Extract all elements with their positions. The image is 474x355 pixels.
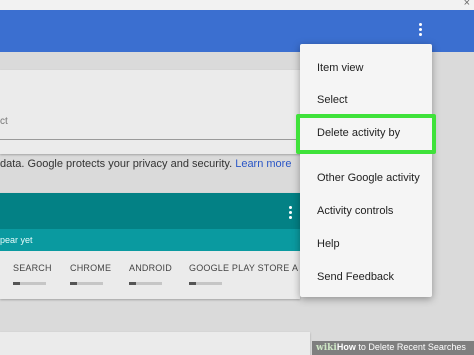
menu-item-select[interactable]: Select [317, 94, 348, 106]
filter-label: GOOGLE PLAY STORE [189, 263, 290, 273]
results-card: pear yet SEARCH CHROME ANDROID GOOGLE PL… [0, 193, 300, 299]
filter-indicator [189, 282, 222, 285]
menu-item-activity-controls[interactable]: Activity controls [317, 205, 393, 217]
filter-label: A [292, 263, 299, 273]
results-header [0, 193, 300, 229]
filter-indicator [70, 282, 103, 285]
highlight-box [296, 114, 436, 154]
menu-item-help[interactable]: Help [317, 238, 340, 250]
bottom-card [0, 332, 310, 355]
results-more-options-icon[interactable] [284, 203, 296, 221]
top-strip: × [0, 0, 474, 10]
wikihow-watermark: wikiHow to Delete Recent Searches [312, 341, 474, 355]
privacy-text: data. Google protects your privacy and s… [0, 158, 236, 170]
filter-label: ANDROID [129, 263, 172, 273]
filter-search[interactable]: SEARCH [13, 263, 52, 285]
results-notice: pear yet [0, 229, 300, 251]
filter-indicator [129, 282, 162, 285]
menu-item-other-google-activity[interactable]: Other Google activity [317, 172, 420, 184]
learn-more-link[interactable]: Learn more [235, 158, 291, 170]
filter-label: SEARCH [13, 263, 52, 273]
filter-google-play-store[interactable]: GOOGLE PLAY STORE [189, 263, 289, 285]
overflow-menu: Item view Select Delete activity by Othe… [300, 44, 432, 297]
filter-indicator [13, 282, 46, 285]
filter-label: CHROME [70, 263, 112, 273]
privacy-notice: data. Google protects your privacy and s… [0, 158, 330, 170]
search-card: ct [0, 70, 330, 154]
menu-item-send-feedback[interactable]: Send Feedback [317, 271, 394, 283]
menu-item-item-view[interactable]: Item view [317, 62, 363, 74]
filter-more[interactable]: A [292, 263, 300, 273]
filter-android[interactable]: ANDROID [129, 263, 172, 285]
close-icon[interactable]: × [464, 0, 470, 9]
filter-chrome[interactable]: CHROME [70, 263, 111, 285]
watermark-title: to Delete Recent Searches [355, 342, 466, 352]
watermark-how: How [336, 342, 356, 352]
search-input[interactable]: ct [0, 110, 300, 140]
product-filters: SEARCH CHROME ANDROID GOOGLE PLAY STORE … [0, 263, 300, 293]
watermark-brand: wiki [316, 343, 337, 353]
more-options-icon[interactable] [412, 20, 428, 40]
